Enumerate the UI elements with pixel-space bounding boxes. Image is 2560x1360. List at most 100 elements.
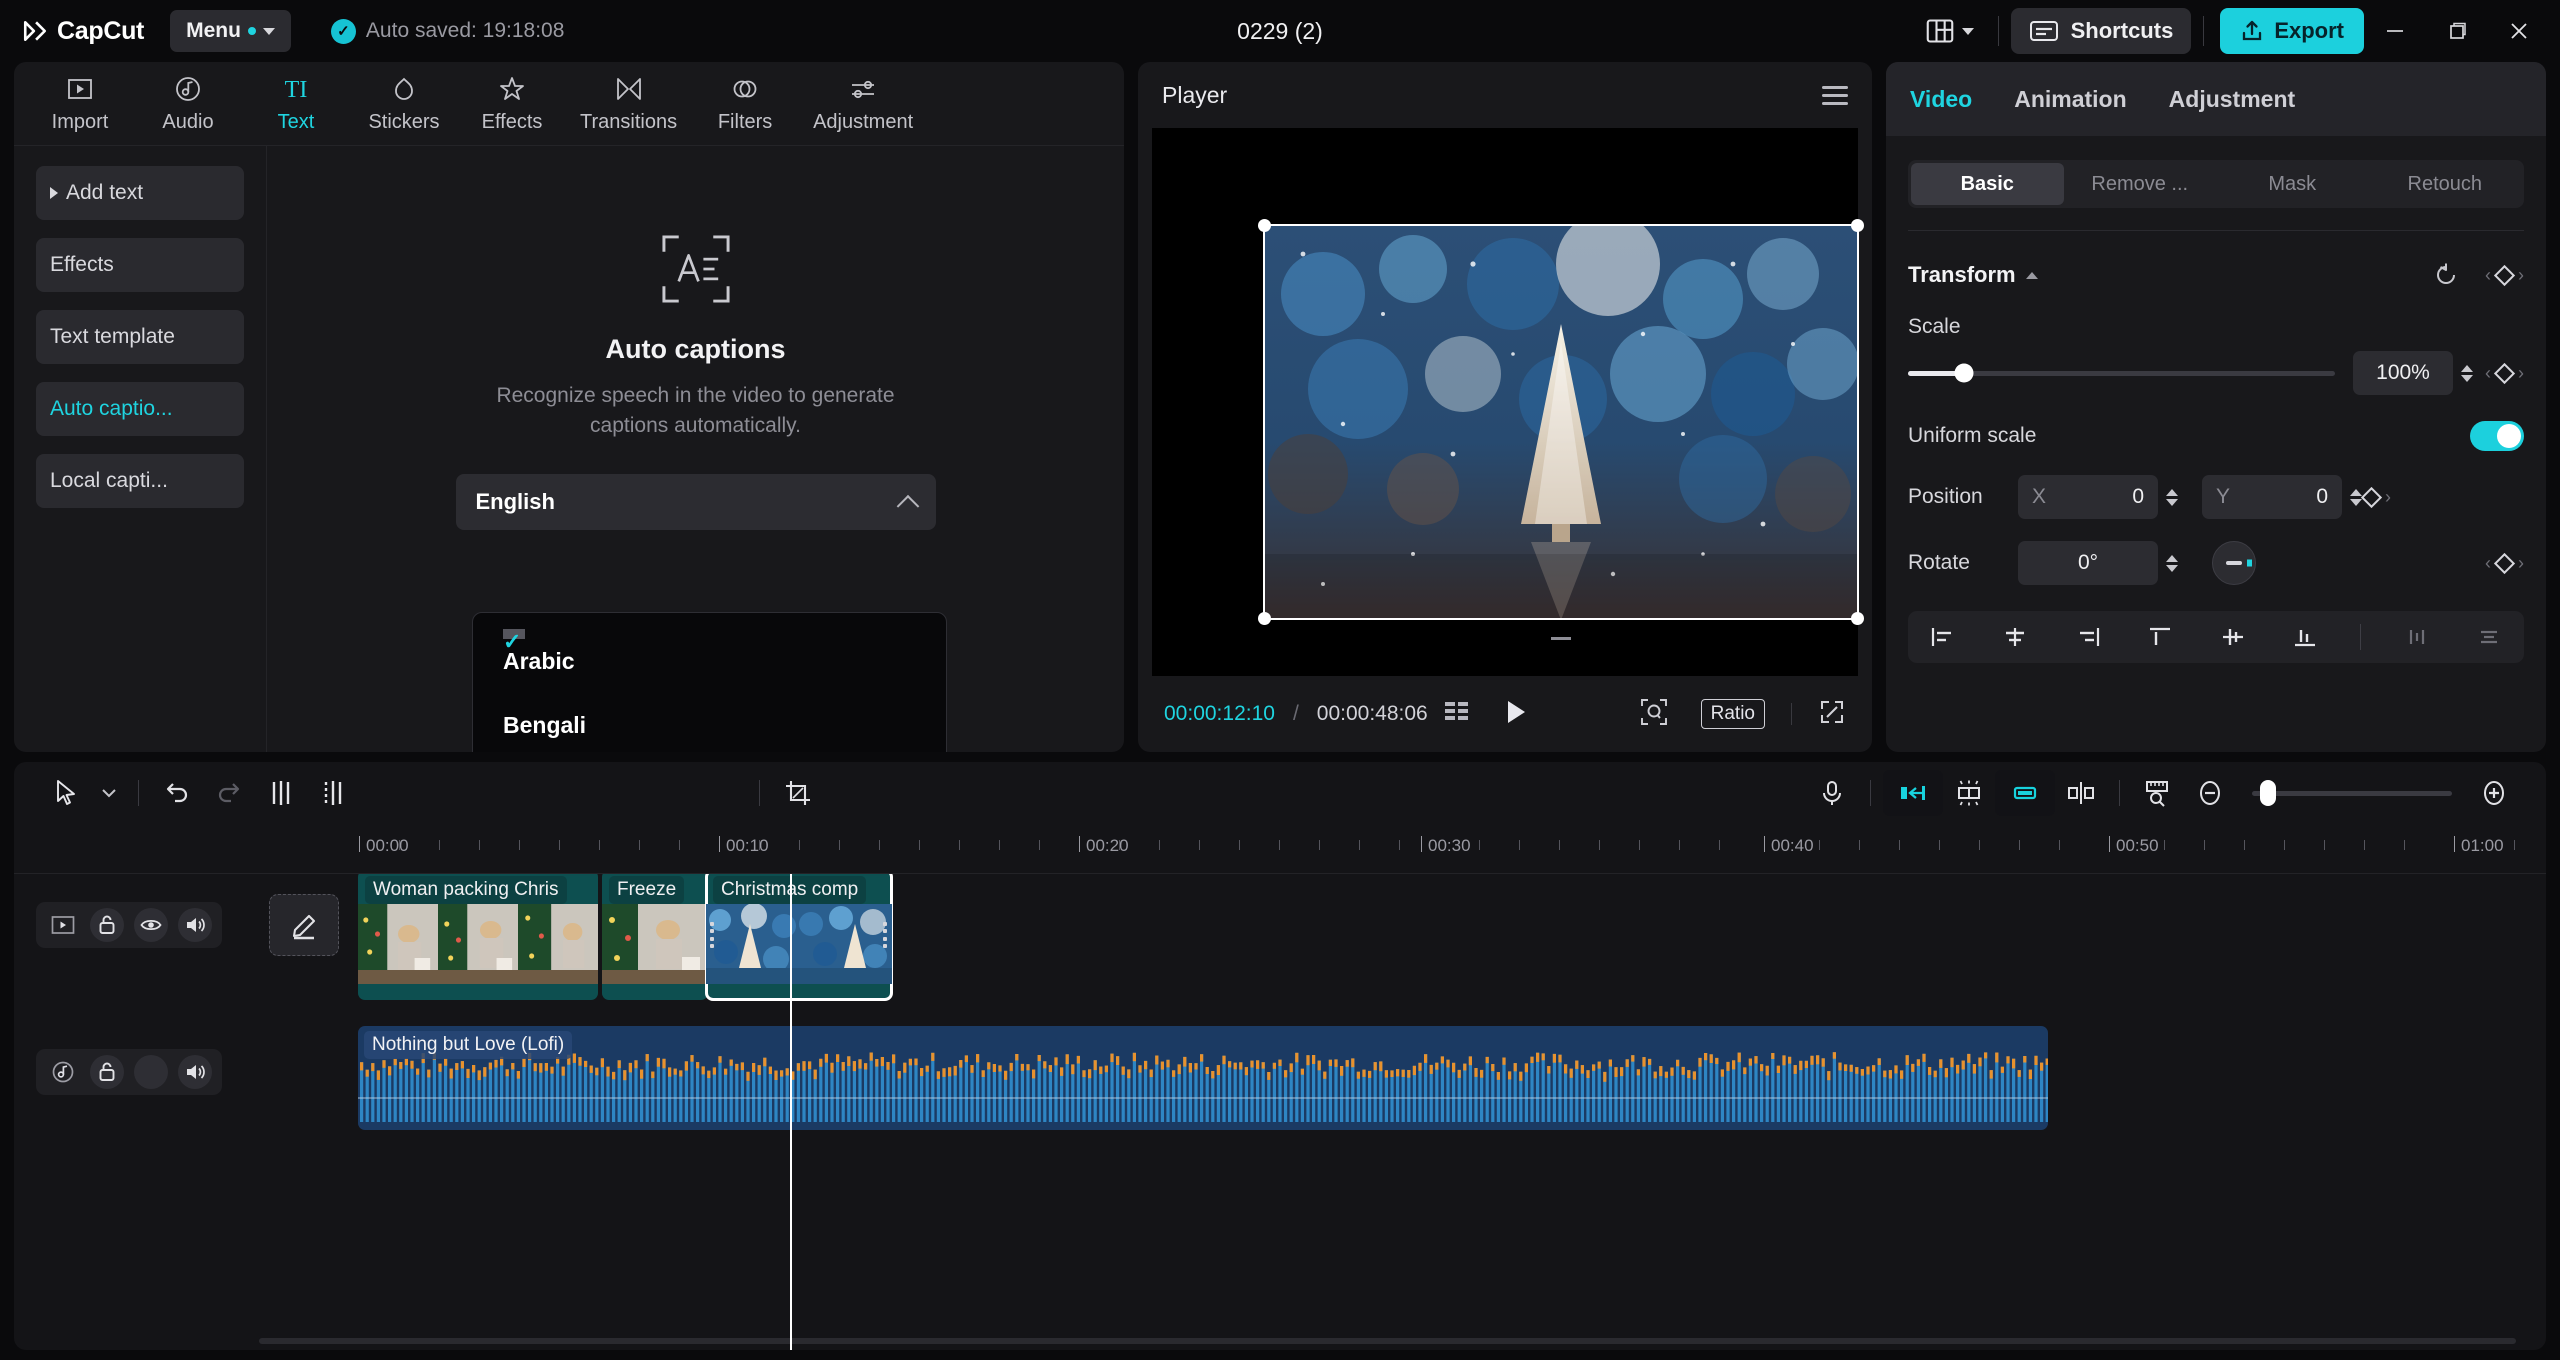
ratio-button[interactable]: Ratio <box>1701 699 1765 729</box>
rotate-value-field[interactable]: 0° <box>2018 541 2158 585</box>
keyframe-diamond-icon[interactable] <box>2494 552 2515 573</box>
chevron-up-icon[interactable] <box>2026 272 2038 279</box>
rotate-dial[interactable] <box>2212 541 2256 585</box>
distribute-horizontal-icon[interactable] <box>2400 622 2434 652</box>
prev-keyframe-button[interactable]: ‹ <box>2485 553 2491 574</box>
ruler-button[interactable] <box>2132 773 2184 813</box>
segment-basic[interactable]: Basic <box>1911 163 2064 205</box>
language-option-arabic[interactable]: Arabic <box>473 629 946 693</box>
resize-handle-bottom-left[interactable] <box>1258 612 1271 625</box>
playhead[interactable] <box>790 874 792 1350</box>
horizontal-scrollbar[interactable] <box>259 1338 2516 1344</box>
zoom-in-button[interactable] <box>2468 773 2520 813</box>
category-transitions[interactable]: Transitions <box>568 68 689 140</box>
undo-button[interactable] <box>151 773 203 813</box>
segment-remove-background[interactable]: Remove ... <box>2064 163 2217 205</box>
resize-handle-top-right[interactable] <box>1851 219 1864 232</box>
scale-slider-knob[interactable] <box>1954 364 1973 383</box>
reset-icon[interactable] <box>2433 262 2459 288</box>
segment-mask[interactable]: Mask <box>2216 163 2369 205</box>
category-stickers[interactable]: Stickers <box>352 68 456 140</box>
timeline-ruler[interactable]: 00:00 00:10 00:20 00:30 00:40 00:50 01 <box>14 824 2546 874</box>
next-keyframe-button[interactable]: › <box>2518 363 2524 384</box>
minimize-button[interactable] <box>2364 6 2426 56</box>
tab-video[interactable]: Video <box>1910 86 1972 113</box>
lock-icon[interactable] <box>90 908 124 942</box>
next-keyframe-button[interactable]: › <box>2385 487 2391 508</box>
category-text[interactable]: TI Text <box>244 68 348 140</box>
volume-icon[interactable] <box>178 1055 212 1089</box>
keyframe-diamond-icon[interactable] <box>2361 486 2382 507</box>
tool-dropdown-button[interactable] <box>92 773 126 813</box>
align-right-icon[interactable] <box>2071 622 2105 652</box>
clip-trim-handle-right[interactable] <box>883 922 888 948</box>
scale-stepper[interactable] <box>2461 365 2473 382</box>
zoom-fit-button[interactable] <box>1639 697 1669 732</box>
snap-right-button[interactable] <box>1995 770 2055 816</box>
maximize-button[interactable] <box>2426 6 2488 56</box>
timeline-zoom-slider[interactable] <box>2252 791 2452 796</box>
position-x-stepper[interactable] <box>2166 489 2178 506</box>
play-button[interactable] <box>1500 697 1530 732</box>
rotate-handle[interactable] <box>1551 637 1571 640</box>
resize-handle-top-left[interactable] <box>1258 219 1271 232</box>
table-row[interactable]: Woman packing Chris <box>358 874 598 1000</box>
prev-keyframe-button[interactable]: ‹ <box>2485 265 2491 286</box>
sidebar-item-auto-captions[interactable]: Auto captio... <box>36 382 244 436</box>
category-adjustment[interactable]: Adjustment <box>801 68 925 140</box>
zoom-out-button[interactable] <box>2184 773 2236 813</box>
category-filters[interactable]: Filters <box>693 68 797 140</box>
tab-adjustment[interactable]: Adjustment <box>2169 86 2296 113</box>
close-button[interactable] <box>2488 6 2550 56</box>
distribute-vertical-icon[interactable] <box>2472 622 2506 652</box>
language-select[interactable]: English <box>456 474 936 530</box>
resize-handle-bottom-right[interactable] <box>1851 612 1864 625</box>
scale-value-field[interactable]: 100% <box>2353 351 2453 395</box>
table-row[interactable]: Freeze <box>602 874 708 1000</box>
keyframe-diamond-icon[interactable] <box>2494 264 2515 285</box>
redo-button[interactable] <box>203 773 255 813</box>
sidebar-item-effects[interactable]: Effects <box>36 238 244 292</box>
sidebar-item-add-text[interactable]: Add text <box>36 166 244 220</box>
eye-icon[interactable] <box>134 908 168 942</box>
shortcuts-button[interactable]: Shortcuts <box>2011 8 2192 54</box>
delete-gap-button[interactable] <box>1943 773 1995 813</box>
align-middle-vertical-icon[interactable] <box>2216 622 2250 652</box>
sidebar-item-text-template[interactable]: Text template <box>36 310 244 364</box>
position-y-field[interactable]: Y 0 <box>2202 475 2342 519</box>
menu-button[interactable]: Menu <box>170 10 291 52</box>
uniform-scale-toggle[interactable] <box>2470 421 2524 451</box>
record-button[interactable] <box>1806 773 1858 813</box>
layout-button[interactable] <box>1914 10 1986 52</box>
position-x-field[interactable]: X 0 <box>2018 475 2158 519</box>
crop-button[interactable] <box>772 773 824 813</box>
clip-trim-handle-left[interactable] <box>710 922 715 948</box>
next-keyframe-button[interactable]: › <box>2518 553 2524 574</box>
language-option-bengali[interactable]: Bengali <box>473 693 946 752</box>
timeline-zoom-knob[interactable] <box>2260 780 2276 806</box>
video-selection-frame[interactable] <box>1207 204 1803 600</box>
segment-retouch[interactable]: Retouch <box>2369 163 2522 205</box>
edit-clip-button[interactable] <box>269 894 339 956</box>
rotate-stepper[interactable] <box>2166 555 2178 572</box>
mirror-button[interactable] <box>2055 773 2107 813</box>
lock-icon[interactable] <box>90 1055 124 1089</box>
scale-slider[interactable] <box>1908 371 2335 376</box>
table-row[interactable]: Christmas comp <box>706 874 892 1000</box>
category-audio[interactable]: Audio <box>136 68 240 140</box>
category-import[interactable]: Import <box>28 68 132 140</box>
align-bottom-icon[interactable] <box>2288 622 2322 652</box>
split-dashed-button[interactable] <box>307 773 359 813</box>
audio-clip[interactable]: Nothing but Love (Lofi) <box>358 1026 2048 1130</box>
tab-animation[interactable]: Animation <box>2014 86 2126 113</box>
sidebar-item-local-captions[interactable]: Local capti... <box>36 454 244 508</box>
align-top-icon[interactable] <box>2143 622 2177 652</box>
storyboard-button[interactable] <box>1444 700 1472 729</box>
align-center-horizontal-icon[interactable] <box>1998 622 2032 652</box>
next-keyframe-button[interactable]: › <box>2518 265 2524 286</box>
snap-left-button[interactable] <box>1883 770 1943 816</box>
select-tool-button[interactable] <box>40 773 92 813</box>
fullscreen-button[interactable] <box>1818 698 1846 731</box>
volume-icon[interactable] <box>178 908 212 942</box>
split-button[interactable] <box>255 773 307 813</box>
